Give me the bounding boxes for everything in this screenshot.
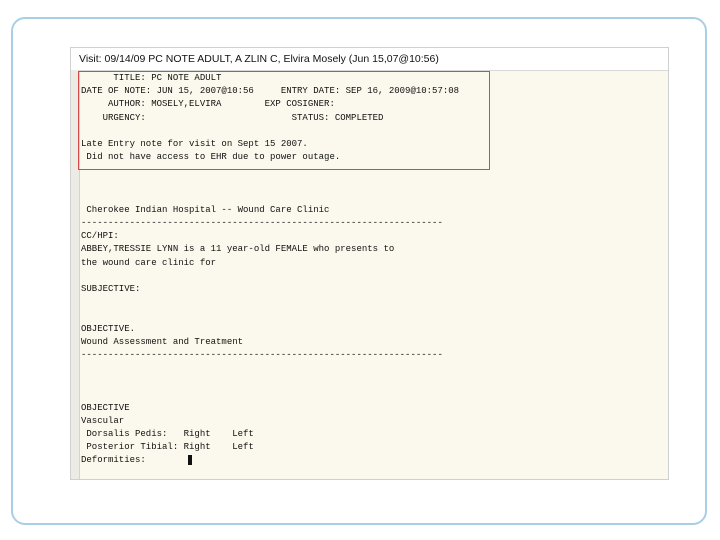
note-line: the wound care clinic for (81, 257, 217, 268)
note-line (81, 309, 668, 322)
note-line: ABBEY,TRESSIE LYNN is a 11 year-old FEMA… (81, 244, 395, 255)
note-line (81, 389, 668, 402)
note-line: Late Entry note for visit on Sept 15 200… (81, 138, 308, 149)
note-line (81, 296, 668, 309)
note-line (81, 270, 668, 283)
note-line (81, 178, 668, 191)
note-viewer-window: Visit: 09/14/09 PC NOTE ADULT, A ZLIN C,… (70, 47, 669, 480)
note-line: Posterior Tibial: Right Left (81, 442, 254, 453)
note-line: SUBJECTIVE: (81, 284, 141, 294)
note-line: AUTHOR: MOSELY,ELVIRA EXP COSIGNER: (81, 99, 335, 110)
note-line (81, 468, 668, 479)
text-cursor (188, 455, 192, 465)
note-line: Cherokee Indian Hospital -- Wound Care C… (81, 204, 330, 215)
note-line (81, 362, 668, 375)
note-line: DATE OF NOTE: JUN 15, 2007@10:56 ENTRY D… (81, 86, 460, 97)
note-line (81, 375, 668, 388)
note-line: Vascular (81, 415, 125, 426)
note-line: ----------------------------------------… (81, 349, 443, 360)
note-line (81, 191, 668, 204)
note-line: Deformities: (81, 455, 146, 466)
note-line: OBJECTIVE (81, 402, 130, 413)
note-text-area[interactable]: TITLE: PC NOTE ADULT DATE OF NOTE: JUN 15… (81, 72, 668, 479)
window-title: Visit: 09/14/09 PC NOTE ADULT, A ZLIN C,… (79, 53, 439, 65)
note-line: Did not have access to EHR due to power … (81, 152, 341, 163)
note-line (81, 125, 668, 138)
note-line: Wound Assessment and Treatment (81, 336, 244, 347)
window-title-bar: Visit: 09/14/09 PC NOTE ADULT, A ZLIN C,… (71, 48, 668, 71)
left-gutter (71, 70, 80, 479)
note-line (81, 164, 668, 177)
note-line: ----------------------------------------… (81, 218, 443, 229)
note-line: URGENCY: STATUS: COMPLETED (81, 112, 384, 123)
note-line: Dorsalis Pedis: Right Left (81, 429, 254, 440)
note-line: CC/HPI: (81, 231, 119, 242)
note-line: OBJECTIVE. (81, 323, 136, 334)
note-line: TITLE: PC NOTE ADULT (81, 73, 222, 83)
